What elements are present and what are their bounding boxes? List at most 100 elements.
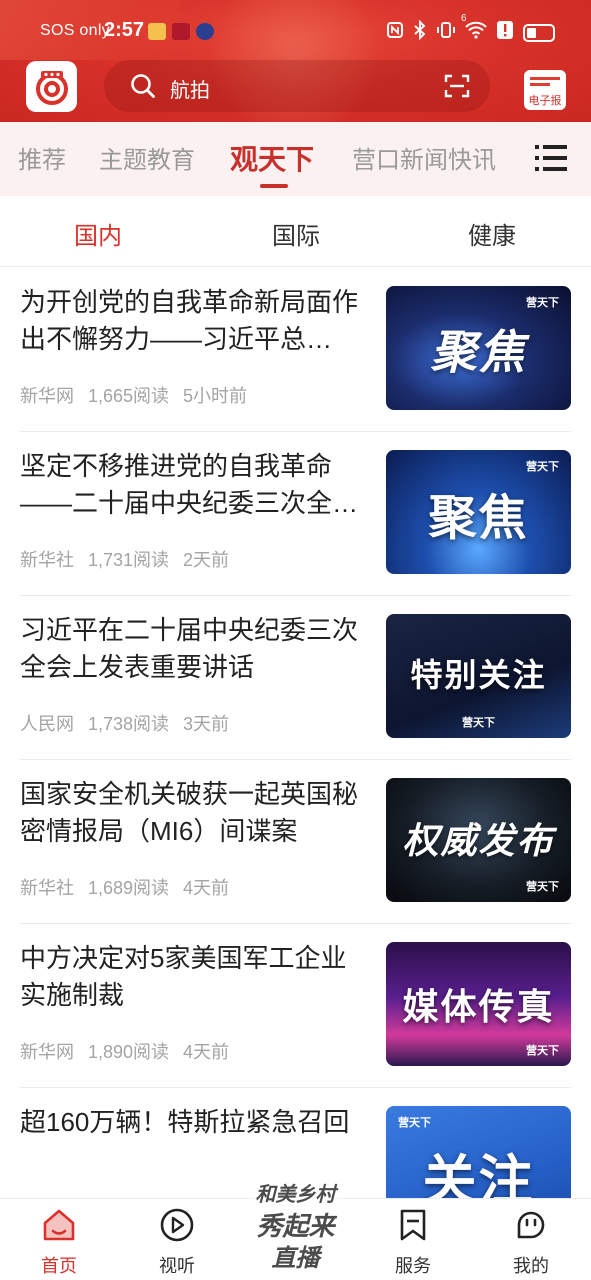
nav-home-label: 首页	[41, 1256, 77, 1276]
active-channel-indicator	[260, 184, 288, 188]
logo-emblem-icon	[35, 70, 68, 105]
nav-video-label: 视听	[159, 1256, 195, 1276]
news-feed: 为开创党的自我革命新局面作出不懈努力——习近平总… 新华网 1,665阅读 5小…	[0, 268, 591, 1198]
nav-video[interactable]: 视听	[137, 1207, 217, 1278]
sub-tabs: 国内 国际 健康	[0, 196, 591, 267]
home-icon	[41, 1209, 77, 1247]
news-time: 2天前	[183, 550, 230, 570]
nav-home[interactable]: 首页	[19, 1207, 99, 1278]
news-title: 国家安全机关破获一起英国秘密情报局（MI6）间谍案	[20, 779, 359, 846]
news-title: 坚定不移推进党的自我革命——二十届中央纪委三次全…	[20, 451, 359, 518]
status-system-icons: 6	[386, 13, 555, 45]
app-logo[interactable]	[26, 61, 77, 112]
news-title: 中方决定对5家美国军工企业实施制裁	[20, 943, 347, 1010]
news-title: 习近平在二十届中央纪委三次全会上发表重要讲话	[20, 615, 359, 682]
news-thumbnail: 营天下 聚焦	[386, 450, 571, 574]
app-root: SOS only 2:57 6 航拍 电子报 推荐 主题教育 观天下 营口新闻快…	[0, 0, 591, 1280]
epaper-label: 电子报	[528, 95, 562, 107]
news-reads: 1,665阅读	[88, 386, 170, 406]
battery-icon	[523, 23, 555, 42]
nfc-icon	[386, 21, 404, 44]
bluetooth-icon	[413, 19, 427, 45]
news-time: 3天前	[183, 714, 230, 734]
subtab-international[interactable]: 国际	[256, 216, 336, 251]
thumbnail-text: 媒体传真	[402, 987, 555, 1028]
news-source: 新华网	[20, 1042, 74, 1062]
news-time: 5小时前	[183, 386, 248, 406]
notification-app-icon	[196, 23, 214, 40]
epaper-button[interactable]: 电子报	[524, 70, 566, 110]
thumbnail-brand: 营天下	[526, 461, 559, 473]
epaper-line	[530, 83, 550, 86]
thumbnail-brand: 营天下	[526, 1045, 559, 1057]
subtab-domestic[interactable]: 国内	[58, 216, 138, 251]
thumbnail-text: 特别关注	[410, 656, 547, 694]
play-circle-icon	[159, 1208, 195, 1247]
news-source: 新华社	[20, 878, 74, 898]
channel-tab-yingkou-news[interactable]: 营口新闻快讯	[352, 140, 496, 175]
app-header: SOS only 2:57 6 航拍 电子报	[0, 0, 591, 122]
news-reads: 1,731阅读	[88, 550, 170, 570]
status-bar: SOS only 2:57 6	[0, 0, 591, 64]
news-meta: 新华社 1,689阅读 4天前	[20, 874, 229, 900]
thumbnail-brand: 营天下	[398, 1117, 431, 1129]
news-meta: 人民网 1,738阅读 3天前	[20, 710, 229, 736]
nav-services[interactable]: 服务	[373, 1207, 453, 1278]
news-meta: 新华社 1,731阅读 2天前	[20, 546, 229, 572]
carrier-text: SOS only	[40, 22, 110, 39]
channel-tab-theme-education[interactable]: 主题教育	[99, 140, 195, 175]
profile-face-icon	[513, 1211, 549, 1247]
channel-tab-world-view[interactable]: 观天下	[230, 138, 314, 178]
vibrate-icon	[436, 20, 456, 45]
search-icon	[130, 73, 156, 104]
news-item[interactable]: 国家安全机关破获一起英国秘密情报局（MI6）间谍案 新华社 1,689阅读 4天…	[0, 760, 591, 924]
news-source: 新华社	[20, 550, 74, 570]
wifi-superscript: 6	[461, 13, 467, 24]
news-thumbnail: 权威发布 营天下	[386, 778, 571, 902]
thumbnail-brand: 营天下	[462, 717, 495, 729]
bookmark-icon	[395, 1209, 431, 1247]
news-reads: 1,738阅读	[88, 714, 170, 734]
nav-profile-label: 我的	[513, 1256, 549, 1276]
live-badge-line3: 直播	[271, 1243, 320, 1272]
clock: 2:57	[104, 19, 145, 41]
thumbnail-text: 关注	[422, 1149, 535, 1198]
news-thumbnail: 营天下 关注	[386, 1106, 571, 1198]
news-reads: 1,890阅读	[88, 1042, 170, 1062]
channel-tab-recommend[interactable]: 推荐	[18, 140, 66, 175]
scan-icon[interactable]	[444, 73, 470, 104]
news-time: 4天前	[183, 878, 230, 898]
news-time: 4天前	[183, 1042, 230, 1062]
thumbnail-text: 权威发布	[402, 820, 555, 862]
channel-menu-icon[interactable]	[535, 144, 567, 177]
status-notification-icons	[148, 23, 214, 40]
news-item[interactable]: 中方决定对5家美国军工企业实施制裁 新华网 1,890阅读 4天前 媒体传真 营…	[0, 924, 591, 1088]
news-reads: 1,689阅读	[88, 878, 170, 898]
news-title: 超160万辆！特斯拉紧急召回	[20, 1107, 350, 1137]
thumbnail-text: 聚焦	[428, 490, 529, 546]
news-thumbnail: 媒体传真 营天下	[386, 942, 571, 1066]
channel-tabs: 推荐 主题教育 观天下 营口新闻快讯	[0, 122, 591, 196]
news-source: 人民网	[20, 714, 74, 734]
thumbnail-text: 聚焦	[430, 325, 527, 379]
live-stream-badge[interactable]: 和美乡村 秀起来 直播	[243, 1166, 348, 1276]
thumbnail-brand: 营天下	[526, 297, 559, 309]
nav-profile[interactable]: 我的	[491, 1207, 571, 1278]
news-meta: 新华网 1,890阅读 4天前	[20, 1038, 229, 1064]
subtab-health[interactable]: 健康	[452, 216, 532, 251]
live-badge-line1: 和美乡村	[255, 1182, 336, 1206]
epaper-line	[530, 77, 560, 80]
news-item[interactable]: 习近平在二十届中央纪委三次全会上发表重要讲话 人民网 1,738阅读 3天前 特…	[0, 596, 591, 760]
wifi-icon: 6	[461, 13, 487, 44]
news-item[interactable]: 坚定不移推进党的自我革命——二十届中央纪委三次全… 新华社 1,731阅读 2天…	[0, 432, 591, 596]
search-bar[interactable]: 航拍	[104, 60, 490, 112]
news-title: 为开创党的自我革命新局面作出不懈努力——习近平总…	[20, 287, 359, 354]
notification-app-icon	[172, 23, 190, 40]
news-thumbnail: 特别关注 营天下	[386, 614, 571, 738]
search-query-text: 航拍	[170, 80, 210, 102]
alert-icon	[496, 20, 514, 45]
thumbnail-brand: 营天下	[526, 881, 559, 893]
news-meta: 新华网 1,665阅读 5小时前	[20, 382, 247, 408]
news-item[interactable]: 为开创党的自我革命新局面作出不懈努力——习近平总… 新华网 1,665阅读 5小…	[0, 268, 591, 432]
nav-services-label: 服务	[395, 1256, 431, 1276]
